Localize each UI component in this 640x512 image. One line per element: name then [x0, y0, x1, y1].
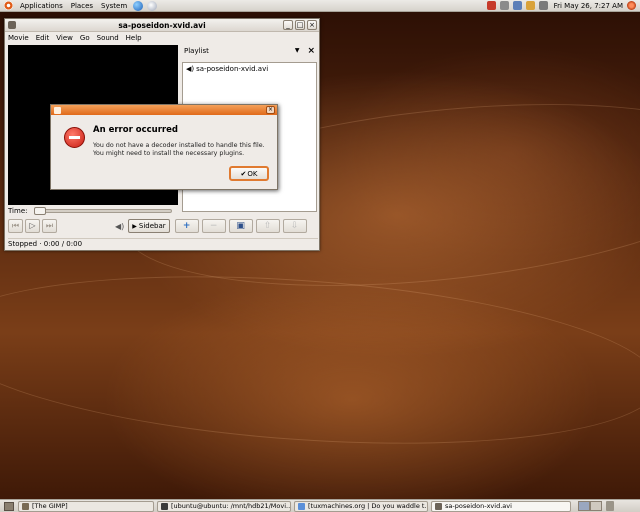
menubar: Movie Edit View Go Sound Help — [5, 32, 319, 43]
window-controls: _ □ × — [281, 20, 317, 30]
next-button[interactable]: ⏭ — [42, 219, 57, 233]
remove-from-playlist-button[interactable]: − — [201, 219, 226, 233]
tray-app-icon[interactable] — [499, 1, 509, 10]
dialog-titlebar[interactable]: × — [51, 105, 277, 115]
dialog-heading: An error occurred — [93, 125, 178, 135]
notification-area: Fri May 26, 7:27 AM — [485, 0, 640, 12]
task-label: sa-poseidon-xvid.avi — [445, 502, 512, 510]
play-arrow-icon: ▶ — [132, 222, 137, 230]
terminal-icon — [161, 502, 168, 510]
shutdown-icon[interactable] — [627, 1, 636, 10]
taskbar-item-terminal[interactable]: [ubuntu@ubuntu: /mnt/hdb21/Movi... — [157, 500, 291, 512]
workspace-switcher — [578, 501, 602, 511]
menu-go[interactable]: Go — [80, 34, 90, 42]
ubuntu-logo-icon[interactable] — [4, 1, 13, 10]
menu-edit[interactable]: Edit — [36, 34, 50, 42]
menu-places[interactable]: Places — [67, 2, 97, 10]
move-down-button[interactable]: ⇩ — [282, 219, 307, 233]
update-notifier-icon[interactable] — [486, 1, 496, 10]
bottom-panel: [The GIMP] [ubuntu@ubuntu: /mnt/hdb21/Mo… — [0, 499, 640, 512]
mail-client-icon[interactable] — [147, 0, 158, 11]
status-text: Stopped · 0:00 / 0:00 — [8, 240, 83, 248]
save-playlist-button[interactable]: ▣ — [228, 219, 253, 233]
close-icon[interactable]: × — [307, 46, 315, 56]
battery-icon[interactable] — [538, 1, 548, 10]
time-row: Time: — [8, 207, 172, 215]
network-icon[interactable] — [512, 1, 522, 10]
clock[interactable]: Fri May 26, 7:27 AM — [554, 2, 623, 10]
volume-tray-icon[interactable] — [525, 1, 535, 10]
dialog-close-button[interactable]: × — [266, 106, 275, 114]
move-up-button[interactable]: ⇧ — [255, 219, 280, 233]
ok-button[interactable]: ✔ OK — [229, 166, 269, 181]
maximize-button[interactable]: □ — [295, 20, 305, 30]
web-browser-icon[interactable] — [133, 0, 144, 11]
error-dialog: × An error occurred You do not have a de… — [50, 104, 278, 190]
statusbar: Stopped · 0:00 / 0:00 — [8, 238, 318, 249]
ok-button-label: OK — [247, 169, 258, 178]
menu-sound[interactable]: Sound — [97, 34, 119, 42]
dialog-message-line: You might need to install the necessary … — [93, 150, 245, 157]
show-desktop-icon[interactable] — [4, 501, 14, 511]
menu-system[interactable]: System — [97, 2, 131, 10]
add-to-playlist-button[interactable]: + — [174, 219, 199, 233]
sidebar-header: Playlist ▼ × — [181, 45, 319, 56]
movie-player-icon — [435, 502, 442, 510]
task-label: [ubuntu@ubuntu: /mnt/hdb21/Movi... — [171, 502, 291, 510]
sidebar-button-label: Sidebar — [138, 222, 166, 230]
gimp-icon — [22, 502, 29, 510]
close-button[interactable]: × — [307, 20, 317, 30]
taskbar-item-movie-player[interactable]: sa-poseidon-xvid.avi — [431, 500, 571, 512]
sidebar-toggle-button[interactable]: ▶ Sidebar — [128, 219, 170, 233]
seek-slider[interactable] — [33, 207, 172, 215]
taskbar-item-gimp[interactable]: [The GIMP] — [18, 500, 154, 512]
menu-view[interactable]: View — [56, 34, 73, 42]
window-titlebar[interactable]: sa-poseidon-xvid.avi _ □ × — [5, 19, 319, 32]
speaker-icon: ◀) — [186, 65, 195, 73]
previous-button[interactable]: ⏮ — [8, 219, 23, 233]
workspace-1[interactable] — [578, 501, 590, 511]
dialog-message-line: You do not have a decoder installed to h… — [93, 142, 265, 149]
window-title: sa-poseidon-xvid.avi — [118, 20, 206, 30]
top-panel: Applications Places System Fri May 26, 7… — [0, 0, 640, 12]
minimize-button[interactable]: _ — [283, 20, 293, 30]
browser-icon — [298, 502, 305, 510]
workspace-2[interactable] — [590, 501, 602, 511]
controls-row: ⏮ ▷ ⏭ ◀) ▶ Sidebar + − ▣ ⇧ ⇩ — [8, 218, 318, 234]
playlist-item[interactable]: sa-poseidon-xvid.avi — [196, 65, 268, 73]
menu-help[interactable]: Help — [126, 34, 142, 42]
chevron-down-icon[interactable]: ▼ — [295, 47, 300, 54]
time-label: Time: — [8, 207, 28, 215]
sidebar-title[interactable]: Playlist — [181, 47, 209, 55]
play-button[interactable]: ▷ — [25, 219, 40, 233]
taskbar-item-browser[interactable]: [tuxmachines.org | Do you waddle t... — [294, 500, 428, 512]
volume-icon[interactable]: ◀) — [115, 222, 124, 231]
task-label: [The GIMP] — [32, 502, 68, 510]
menu-movie[interactable]: Movie — [8, 34, 29, 42]
seek-slider-handle[interactable] — [33, 207, 46, 215]
error-icon — [64, 127, 85, 148]
task-label: [tuxmachines.org | Do you waddle t... — [308, 502, 428, 510]
menu-applications[interactable]: Applications — [16, 2, 67, 10]
trash-icon[interactable] — [606, 501, 614, 511]
dialog-menu-icon[interactable] — [54, 106, 61, 114]
top-menu: Applications Places System — [0, 0, 159, 12]
ok-icon: ✔ — [240, 169, 247, 178]
